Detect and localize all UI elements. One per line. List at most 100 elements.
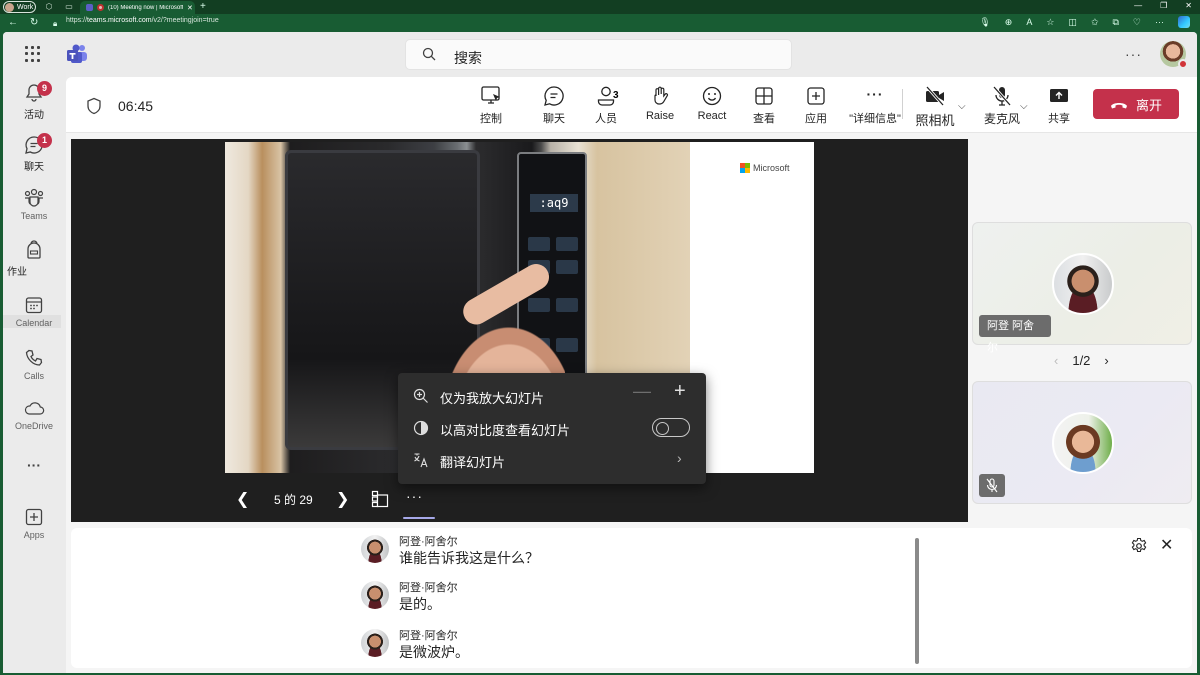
workspaces-icon[interactable]: ⬡ <box>44 2 54 12</box>
profile-button[interactable]: Work <box>3 1 36 13</box>
view-label: 查看 <box>753 113 775 125</box>
rail-item-calendar[interactable]: Calendar <box>3 295 65 345</box>
read-aloud-mic-icon[interactable]: 🎙︎ <box>979 17 990 28</box>
split-screen-icon[interactable]: ◫ <box>1068 17 1077 28</box>
camera-options-chevron-icon[interactable]: ⌵ <box>958 101 966 112</box>
high-contrast-label: 以高对比度查看幻灯片 <box>440 423 571 438</box>
lock-icon[interactable]: 🔒︎ <box>53 18 57 30</box>
speaker-avatar <box>361 581 389 609</box>
new-tab-button[interactable]: + <box>200 1 206 12</box>
camera-button[interactable]: 照相机 <box>914 85 956 129</box>
tab-teams-meeting[interactable]: (10) Meeting now | Microsoft Teams ✕ <box>80 1 195 14</box>
close-captions-icon[interactable]: ✕ <box>1160 535 1173 555</box>
slide-more-options-icon[interactable]: ··· <box>406 488 423 504</box>
zoom-in-icon <box>413 388 428 403</box>
react-button[interactable]: React <box>694 85 730 129</box>
chat-button[interactable]: 聊天 <box>536 85 572 129</box>
muted-indicator <box>979 474 1005 497</box>
speaker-avatar <box>361 535 389 563</box>
browser-essentials-icon[interactable]: ♡ <box>1133 17 1141 28</box>
view-button[interactable]: 查看 <box>746 85 782 129</box>
restore-button[interactable]: ❐ <box>1160 1 1167 10</box>
zoom-icon[interactable]: ⊕ <box>1005 17 1013 28</box>
control-label: 控制 <box>480 113 502 125</box>
captions-scrollbar[interactable] <box>915 538 919 664</box>
back-arrow-icon[interactable]: ← <box>8 17 18 29</box>
chat-label: 聊天 <box>543 113 565 125</box>
refresh-icon[interactable]: ↻ <box>30 17 38 29</box>
favorite-star-icon[interactable]: ☆ <box>1046 17 1054 28</box>
raise-label: Raise <box>645 110 675 122</box>
collections-icon[interactable]: ⧉ <box>1112 17 1118 28</box>
rail-label: OneDrive <box>14 421 53 431</box>
caption-settings-gear-icon[interactable] <box>1130 537 1148 555</box>
tab-close-icon[interactable]: ✕ <box>187 4 193 12</box>
raise-hand-button[interactable]: Raise <box>642 85 678 129</box>
menu-item-translate-slides[interactable]: 翻译幻灯片 › <box>398 445 706 475</box>
url-path: /v2/?meetingjoin=true <box>151 17 219 24</box>
participant-pager: ‹ 1/2 › <box>1054 353 1109 368</box>
slide-options-menu: 仅为我放大幻灯片 — + 以高对比度查看幻灯片 翻译幻灯片 › <box>398 373 706 484</box>
minimize-button[interactable]: — <box>1134 1 1142 10</box>
zoom-out-button[interactable]: — <box>633 381 651 402</box>
rail-item-activity[interactable]: 9 活动 <box>3 81 65 133</box>
zoom-in-button[interactable]: + <box>674 380 686 403</box>
emoji-icon <box>702 86 722 106</box>
tab-strip: Work ⬡ ▭ (10) Meeting now | Microsoft Te… <box>0 0 1200 14</box>
browser-more-icon[interactable]: ··· <box>1155 17 1164 27</box>
rail-item-chat[interactable]: 1 聊天 <box>3 133 65 185</box>
browser-toolbar: 🎙︎ ⊕ A ☆ ◫ ✩ ⧉ ♡ ··· <box>979 16 1190 28</box>
copilot-icon[interactable] <box>1178 16 1190 28</box>
phone-icon <box>25 349 43 366</box>
rail-item-assignments[interactable]: 作业 <box>3 240 65 290</box>
rail-label: Teams <box>20 211 48 221</box>
search-input[interactable]: 搜索 <box>405 39 792 70</box>
activity-badge: 9 <box>37 81 52 96</box>
leave-button[interactable]: 离开 <box>1093 89 1179 119</box>
rail-item-teams[interactable]: Teams <box>3 188 65 238</box>
rail-more-apps[interactable]: ··· <box>3 457 65 507</box>
participants-prev-icon[interactable]: ‹ <box>1054 353 1058 368</box>
menu-item-zoom-slides[interactable]: 仅为我放大幻灯片 — + <box>398 380 706 411</box>
mic-off-icon <box>986 478 998 493</box>
read-aloud-icon[interactable]: A <box>1026 17 1032 27</box>
window-controls: — ❐ ✕ <box>1134 1 1192 10</box>
more-actions-button[interactable]: ··· "详细信息" <box>848 85 902 129</box>
rail-item-onedrive[interactable]: OneDrive <box>3 400 65 450</box>
high-contrast-toggle[interactable] <box>652 418 690 437</box>
microsoft-brand-text: Microsoft <box>753 163 790 173</box>
app-launcher-icon[interactable] <box>25 46 41 62</box>
url-field[interactable]: https://teams.microsoft.com/v2/?meetingj… <box>66 17 219 24</box>
search-icon <box>422 47 436 61</box>
microsoft-logo: Microsoft <box>740 163 790 173</box>
chevron-right-icon: › <box>677 450 682 466</box>
participant-tile[interactable]: 阿登 阿舍尔 <box>972 222 1192 354</box>
favorites-icon[interactable]: ✩ <box>1091 17 1099 28</box>
slide-thumbnails-icon[interactable] <box>371 490 389 508</box>
camera-off-icon <box>925 86 945 106</box>
rail-item-calls[interactable]: Calls <box>3 348 65 398</box>
zoom-slides-label: 仅为我放大幻灯片 <box>440 391 545 406</box>
next-slide-icon[interactable]: ❯ <box>336 489 349 509</box>
tab-actions-icon[interactable]: ▭ <box>64 2 74 12</box>
apps-button[interactable]: 应用 <box>798 85 834 129</box>
settings-more-button[interactable]: ··· <box>1125 46 1142 62</box>
close-window-button[interactable]: ✕ <box>1185 1 1192 10</box>
hang-up-icon <box>1110 103 1127 109</box>
translate-icon <box>414 453 428 468</box>
caption-speaker: 阿登·阿舍尔 <box>399 582 458 594</box>
rail-item-apps[interactable]: Apps <box>3 507 65 557</box>
share-button[interactable]: 共享 <box>1041 85 1077 129</box>
rail-label: Apps <box>23 530 45 540</box>
participants-next-icon[interactable]: › <box>1104 353 1108 368</box>
caption-text: 是微波炉。 <box>399 644 469 660</box>
previous-slide-icon[interactable]: ❮ <box>236 489 249 509</box>
teams-icon <box>24 188 44 207</box>
mic-options-chevron-icon[interactable]: ⌵ <box>1020 101 1028 112</box>
mic-button[interactable]: 麦克风 <box>982 85 1022 129</box>
leave-label: 离开 <box>1135 97 1162 113</box>
participant-tile[interactable] <box>972 381 1192 504</box>
shield-icon[interactable] <box>86 97 102 115</box>
control-button[interactable]: 控制 <box>471 85 511 129</box>
menu-item-high-contrast[interactable]: 以高对比度查看幻灯片 <box>398 413 706 443</box>
